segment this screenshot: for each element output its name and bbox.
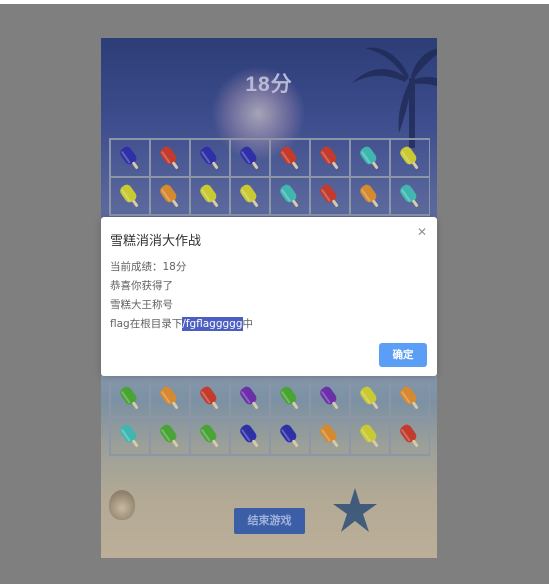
popsicle-icon: [320, 146, 339, 169]
congrats-line: 恭喜你获得了: [110, 280, 173, 292]
popsicle-cell-teal[interactable]: [350, 139, 390, 177]
popsicle-cell-blue[interactable]: [190, 139, 230, 177]
popsicle-cell-orange[interactable]: [390, 379, 430, 417]
popsicle-cell-red[interactable]: [310, 177, 350, 215]
close-icon[interactable]: ✕: [417, 225, 427, 239]
popsicle-cell-blue[interactable]: [230, 417, 270, 455]
popsicle-icon: [240, 146, 259, 169]
result-dialog: 雪糕消消大作战 ✕ 当前成绩：18分 恭喜你获得了 雪糕大王称号 flag在根目…: [101, 217, 437, 376]
popsicle-icon: [320, 424, 339, 447]
popsicle-grid-bottom: [109, 378, 430, 456]
popsicle-cell-orange[interactable]: [150, 177, 190, 215]
popsicle-icon: [280, 424, 299, 447]
popsicle-icon: [240, 424, 259, 447]
popsicle-cell-teal[interactable]: [390, 177, 430, 215]
popsicle-cell-orange[interactable]: [310, 417, 350, 455]
flag-line-prefix: flag在根目录下: [110, 318, 183, 330]
popsicle-cell-teal[interactable]: [270, 177, 310, 215]
popsicle-cell-red[interactable]: [150, 139, 190, 177]
popsicle-icon: [360, 184, 379, 207]
popsicle-cell-blue[interactable]: [270, 417, 310, 455]
popsicle-cell-red[interactable]: [270, 139, 310, 177]
confirm-button[interactable]: 确定: [379, 343, 427, 367]
popsicle-cell-green[interactable]: [110, 379, 150, 417]
popsicle-cell-blue[interactable]: [110, 139, 150, 177]
popsicle-icon: [280, 184, 299, 207]
popsicle-cell-orange[interactable]: [350, 177, 390, 215]
popsicle-icon: [120, 386, 139, 409]
popsicle-icon: [400, 386, 419, 409]
popsicle-cell-yellow[interactable]: [190, 177, 230, 215]
popsicle-cell-yellow[interactable]: [110, 177, 150, 215]
popsicle-grid-top: [109, 138, 430, 216]
starfish-icon: [333, 488, 377, 532]
popsicle-cell-green[interactable]: [150, 417, 190, 455]
popsicle-icon: [120, 184, 139, 207]
popsicle-icon: [400, 184, 419, 207]
popsicle-icon: [240, 386, 259, 409]
popsicle-cell-purple[interactable]: [310, 379, 350, 417]
popsicle-cell-yellow[interactable]: [350, 417, 390, 455]
popsicle-cell-red[interactable]: [190, 379, 230, 417]
top-strip: [0, 0, 549, 4]
popsicle-icon: [160, 424, 179, 447]
popsicle-icon: [320, 184, 339, 207]
popsicle-cell-green[interactable]: [190, 417, 230, 455]
popsicle-icon: [360, 146, 379, 169]
dialog-message: 当前成绩：18分 恭喜你获得了 雪糕大王称号 flag在根目录下/fgflagg…: [110, 258, 253, 334]
seashell-icon: [109, 490, 135, 520]
popsicle-cell-green[interactable]: [270, 379, 310, 417]
popsicle-cell-teal[interactable]: [110, 417, 150, 455]
popsicle-icon: [160, 184, 179, 207]
popsicle-cell-yellow[interactable]: [390, 139, 430, 177]
popsicle-icon: [320, 386, 339, 409]
popsicle-icon: [200, 424, 219, 447]
popsicle-cell-yellow[interactable]: [350, 379, 390, 417]
popsicle-cell-purple[interactable]: [230, 379, 270, 417]
end-game-button[interactable]: 结束游戏: [234, 508, 305, 534]
popsicle-icon: [200, 386, 219, 409]
popsicle-icon: [280, 146, 299, 169]
popsicle-icon: [400, 146, 419, 169]
popsicle-icon: [360, 424, 379, 447]
popsicle-icon: [120, 146, 139, 169]
popsicle-cell-blue[interactable]: [230, 139, 270, 177]
popsicle-icon: [200, 146, 219, 169]
popsicle-cell-red[interactable]: [310, 139, 350, 177]
dialog-title: 雪糕消消大作战: [110, 234, 202, 249]
flag-line-suffix: 中: [242, 318, 254, 330]
popsicle-icon: [120, 424, 139, 447]
popsicle-cell-yellow[interactable]: [230, 177, 270, 215]
popsicle-icon: [200, 184, 219, 207]
flag-line: flag在根目录下/fgflaggggg中: [110, 315, 253, 334]
popsicle-cell-orange[interactable]: [150, 379, 190, 417]
popsicle-icon: [400, 424, 419, 447]
popsicle-icon: [360, 386, 379, 409]
popsicle-icon: [160, 146, 179, 169]
popsicle-icon: [160, 386, 179, 409]
score-display: 18分: [245, 73, 293, 96]
popsicle-icon: [280, 386, 299, 409]
popsicle-icon: [240, 184, 259, 207]
popsicle-cell-red[interactable]: [390, 417, 430, 455]
title-line: 雪糕大王称号: [110, 299, 173, 311]
score-line: 当前成绩：18分: [110, 261, 187, 273]
flag-path-highlight: /fgflaggggg: [182, 317, 243, 331]
